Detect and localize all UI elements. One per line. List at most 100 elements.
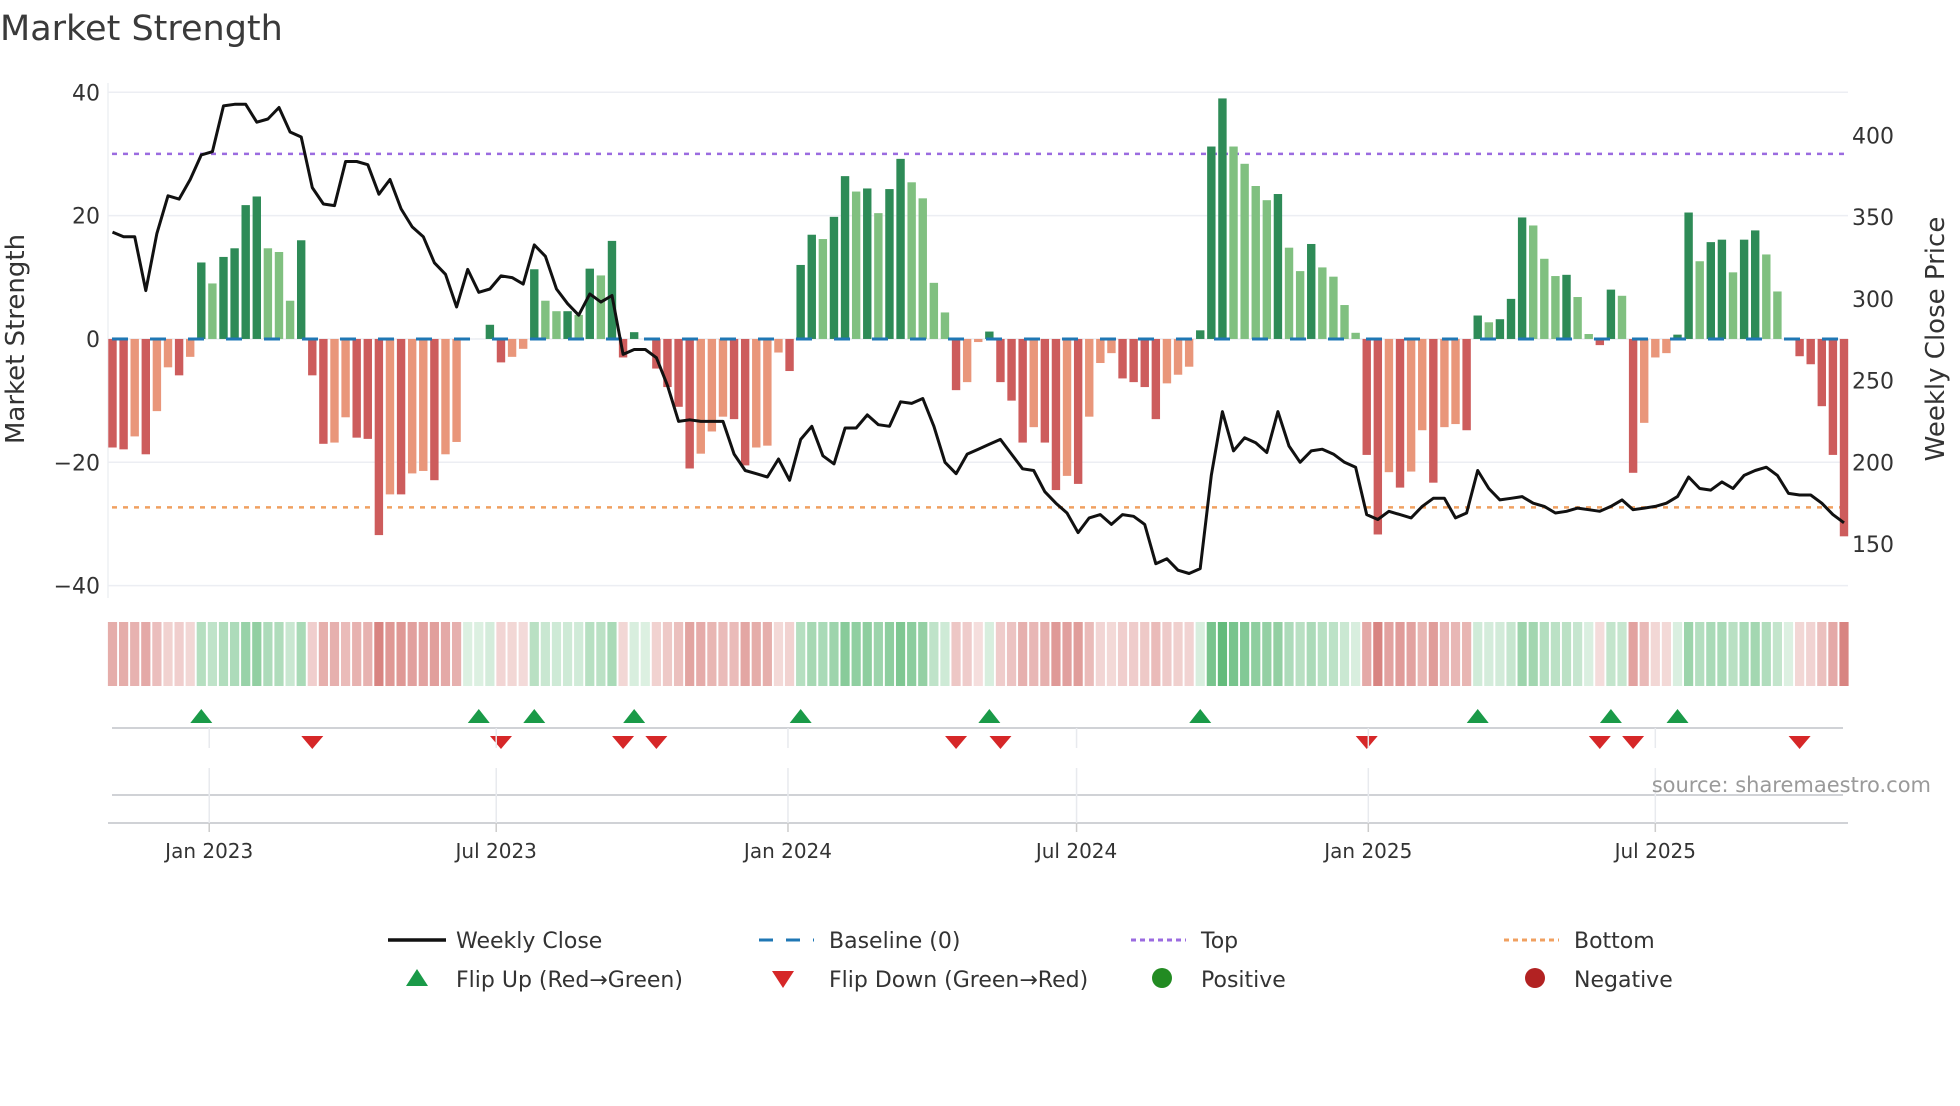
strip-cell: [530, 622, 539, 686]
strip-cell: [563, 622, 572, 686]
strip-cell: [963, 622, 972, 686]
strip-cell: [186, 622, 195, 686]
strip-cell: [1362, 622, 1371, 686]
strength-bar: [1363, 339, 1371, 455]
strip-cell: [1595, 622, 1604, 686]
strip-cell: [1828, 622, 1837, 686]
strip-cell: [1662, 622, 1671, 686]
strip-cell: [252, 622, 261, 686]
strip-cell: [1695, 622, 1704, 686]
strength-bar: [741, 339, 749, 465]
strength-bar: [1529, 225, 1537, 338]
legend-item: Baseline (0): [759, 929, 960, 954]
strip-cell: [1440, 622, 1449, 686]
strength-bar: [852, 192, 860, 339]
strength-bar: [1041, 339, 1049, 443]
strip-cell: [1673, 622, 1682, 686]
strength-bar: [1185, 339, 1193, 367]
y2-tick-label: 200: [1852, 451, 1894, 476]
strength-bar: [297, 240, 305, 339]
strip-cell: [341, 622, 350, 686]
strength-bar: [796, 265, 804, 339]
triangle-up-icon: [406, 969, 428, 986]
legend-item: Bottom: [1504, 929, 1655, 954]
strip-cell: [1629, 622, 1638, 686]
strip-cell: [729, 622, 738, 686]
y2-tick-label: 350: [1852, 206, 1894, 231]
legend-item: Top: [1131, 929, 1238, 954]
strip-cell: [1240, 622, 1249, 686]
strip-cell: [263, 622, 272, 686]
strip-cell: [907, 622, 916, 686]
strength-bar: [1240, 164, 1248, 339]
strip-cell: [141, 622, 150, 686]
strength-bar: [219, 257, 227, 339]
strip-cell: [374, 622, 383, 686]
strip-cell: [785, 622, 794, 686]
y2-tick-label: 300: [1852, 288, 1894, 313]
y-tick-label: −40: [54, 575, 100, 600]
circle-positive-icon: [1152, 968, 1172, 988]
strip-cell: [319, 622, 328, 686]
strength-bar: [530, 269, 538, 339]
strength-bar: [963, 339, 971, 382]
strip-cell: [818, 622, 827, 686]
strength-bar: [352, 339, 360, 438]
strip-cell: [1839, 622, 1848, 686]
strip-cell: [985, 622, 994, 686]
strip-cell: [1296, 622, 1305, 686]
strip-cell: [1395, 622, 1404, 686]
strength-bar: [785, 339, 793, 371]
flip-down-marker: [612, 736, 634, 749]
y-tick-label: −20: [54, 451, 100, 476]
strip-cell: [363, 622, 372, 686]
strip-cell: [1029, 622, 1038, 686]
strength-bar: [1684, 213, 1692, 339]
strength-bar: [763, 339, 771, 446]
strip-cell: [1129, 622, 1138, 686]
strip-cell: [1751, 622, 1760, 686]
flip-down-marker: [490, 736, 512, 749]
strength-bar: [419, 339, 427, 471]
strength-bar: [1618, 296, 1626, 339]
strip-cell: [1096, 622, 1105, 686]
strength-bar: [1274, 194, 1282, 339]
y-tick-label: 20: [72, 205, 100, 230]
strength-bar: [1207, 147, 1215, 339]
strip-cell: [1562, 622, 1571, 686]
x-axis: Jan 2023Jul 2023Jan 2024Jul 2024Jan 2025…: [108, 728, 1848, 863]
strength-bar: [1329, 277, 1337, 339]
strength-bar: [441, 339, 449, 454]
strength-bar: [1163, 339, 1171, 383]
strip-cell: [274, 622, 283, 686]
strength-bar: [1407, 339, 1415, 472]
strength-bar: [586, 269, 594, 339]
strip-cell: [1451, 622, 1460, 686]
strip-cell: [1251, 622, 1260, 686]
strength-bar: [486, 325, 494, 339]
strip-cell: [696, 622, 705, 686]
triangle-down-icon: [772, 971, 794, 988]
strip-cell: [408, 622, 417, 686]
strength-bar: [330, 339, 338, 443]
strip-cell: [796, 622, 805, 686]
strength-bar: [919, 198, 927, 339]
strength-bar: [1063, 339, 1071, 476]
strength-bar: [1629, 339, 1637, 473]
strip-cell: [1407, 622, 1416, 686]
strip-cell: [419, 622, 428, 686]
strength-bar: [1740, 240, 1748, 339]
strength-bar: [142, 339, 150, 454]
legend-label: Positive: [1201, 968, 1286, 993]
strip-cell: [763, 622, 772, 686]
strip-cell: [519, 622, 528, 686]
strip-cell: [974, 622, 983, 686]
strength-bar: [1451, 339, 1459, 424]
strength-bar: [1751, 230, 1759, 339]
strip-cell: [1162, 622, 1171, 686]
strength-bar: [1496, 319, 1504, 339]
strength-bar: [408, 339, 416, 473]
strength-bar: [1096, 339, 1104, 363]
strip-cell: [1640, 622, 1649, 686]
strength-bar: [1540, 259, 1548, 339]
